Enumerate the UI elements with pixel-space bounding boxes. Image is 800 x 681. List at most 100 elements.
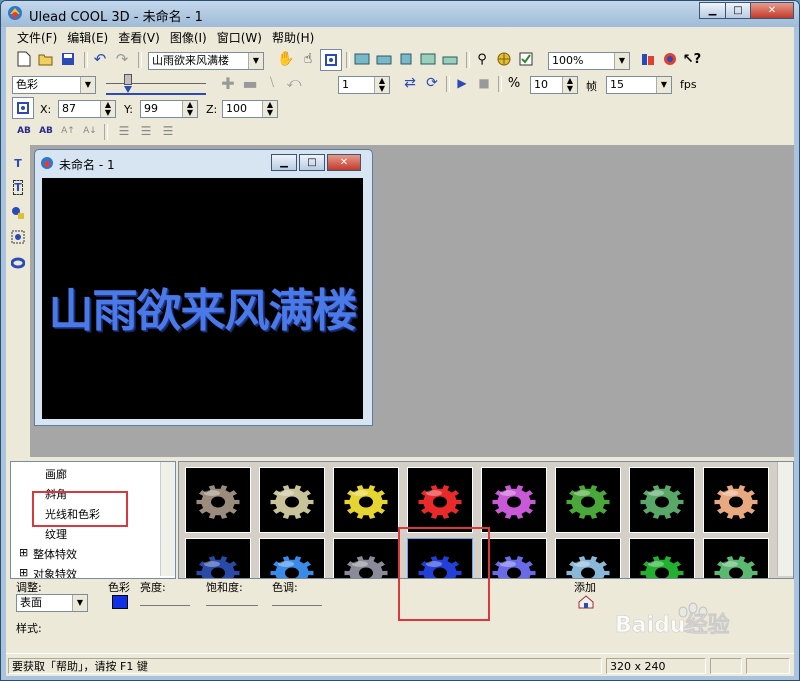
- loop-button[interactable]: ⇄: [400, 73, 420, 93]
- move-object-button[interactable]: [12, 97, 34, 119]
- save-button[interactable]: [58, 49, 78, 69]
- menu-file[interactable]: 文件(F): [12, 29, 62, 46]
- smoothness-button[interactable]: %: [504, 73, 524, 93]
- remove-keyframe-button[interactable]: ▬: [240, 73, 260, 93]
- menu-image[interactable]: 图像(I): [165, 29, 212, 46]
- object-select[interactable]: 山雨欲来风满楼 ▼: [148, 52, 264, 70]
- hue-slider[interactable]: [272, 597, 322, 606]
- doc-maximize-button[interactable]: □: [299, 154, 325, 171]
- gallery-thumbnail[interactable]: [481, 538, 547, 578]
- timeline-slider-handle[interactable]: [124, 74, 132, 85]
- web-button[interactable]: [494, 49, 514, 69]
- close-button[interactable]: ✕: [750, 2, 794, 19]
- rotate-tool-button[interactable]: ☝: [298, 49, 318, 69]
- z-spinner[interactable]: 100 ▲ ▼: [222, 100, 278, 118]
- gallery-thumbnail[interactable]: [333, 467, 399, 533]
- timeline-slider-top[interactable]: [106, 75, 206, 84]
- view-top-button[interactable]: [374, 49, 394, 69]
- doc-close-button[interactable]: ✕: [327, 154, 361, 171]
- gallery-thumbnail[interactable]: [629, 538, 695, 578]
- view-back-button[interactable]: [418, 49, 438, 69]
- gallery-thumbnail[interactable]: [259, 538, 325, 578]
- insert-text-button[interactable]: T: [8, 153, 28, 173]
- zoom-select[interactable]: 100% ▼: [548, 52, 630, 70]
- view-side-button[interactable]: [396, 49, 416, 69]
- tree-item-global-effects[interactable]: 整体特效: [33, 546, 77, 562]
- insert-object-button[interactable]: [8, 227, 28, 247]
- edit-text-button[interactable]: T: [8, 177, 28, 197]
- delay-spinner[interactable]: 10 ▲ ▼: [530, 76, 578, 94]
- text-condense-button[interactable]: AB: [36, 121, 56, 141]
- x-spinner[interactable]: 87 ▲ ▼: [58, 100, 116, 118]
- gallery-thumbnail[interactable]: [407, 467, 473, 533]
- canvas-3d-text[interactable]: 山雨欲来风满楼: [42, 274, 363, 339]
- saturation-slider[interactable]: [206, 597, 258, 606]
- color-swatch[interactable]: [112, 595, 128, 609]
- align-center-button[interactable]: ☰: [136, 121, 156, 141]
- context-help-button[interactable]: ↖?: [682, 49, 702, 69]
- brightness-slider[interactable]: [140, 597, 190, 606]
- undo-button[interactable]: ↶: [90, 49, 110, 69]
- gallery-scrollbar[interactable]: [777, 462, 793, 576]
- object-icon: [11, 230, 25, 244]
- play-button[interactable]: ▶: [452, 73, 472, 93]
- object-library-button[interactable]: [638, 49, 658, 69]
- gallery-thumbnail[interactable]: [703, 538, 769, 578]
- menu-edit[interactable]: 编辑(E): [62, 29, 113, 46]
- gallery-thumbnail[interactable]: [555, 467, 621, 533]
- y-spinner[interactable]: 99 ▲ ▼: [140, 100, 198, 118]
- fit-tool-button[interactable]: [320, 49, 342, 71]
- fps-select[interactable]: 15 ▼: [606, 76, 672, 94]
- gallery-thumbnail[interactable]: [555, 538, 621, 578]
- minimize-button[interactable]: ▁: [699, 2, 726, 19]
- text-line-up-button[interactable]: A↑: [58, 121, 78, 141]
- view-front-button[interactable]: [352, 49, 372, 69]
- pan-tool-button[interactable]: ✋: [276, 49, 296, 69]
- redo-button[interactable]: ↷: [112, 49, 132, 69]
- gallery-thumbnail[interactable]: [481, 467, 547, 533]
- current-frame-spinner[interactable]: 1 ▲ ▼: [338, 76, 390, 94]
- save-icon: [62, 53, 74, 65]
- split-keyframe-button[interactable]: ⧵: [262, 73, 282, 93]
- link-button[interactable]: ⚲: [472, 49, 492, 69]
- effects-library-button[interactable]: [660, 49, 680, 69]
- align-left-button[interactable]: ☰: [114, 121, 134, 141]
- reverse-icon: ⤺: [286, 75, 302, 91]
- gear-preset-icon: [491, 555, 537, 578]
- tree-item-texture[interactable]: 纹理: [45, 526, 67, 542]
- text-spacing-button[interactable]: AB: [14, 121, 34, 141]
- tree-scrollbar[interactable]: [160, 462, 175, 576]
- tree-expand-icon[interactable]: ⊞: [19, 546, 28, 559]
- gallery-thumbnail[interactable]: [333, 538, 399, 578]
- adjust-select[interactable]: 表面 ▼: [16, 594, 88, 612]
- attribute-select[interactable]: 色彩 ▼: [12, 76, 96, 94]
- gear-preset-icon: [195, 555, 241, 578]
- add-keyframe-button[interactable]: ✚: [218, 73, 238, 93]
- doc-minimize-button[interactable]: ▁: [271, 154, 297, 171]
- tree-item-gallery[interactable]: 画廊: [45, 466, 67, 482]
- insert-shape-button[interactable]: [8, 203, 28, 223]
- reverse-button[interactable]: ⤺: [284, 73, 304, 93]
- gallery-thumbnail[interactable]: [185, 467, 251, 533]
- stop-button[interactable]: ■: [474, 73, 494, 93]
- view-bottom-button[interactable]: [440, 49, 460, 69]
- text-line-down-button[interactable]: A↓: [80, 121, 100, 141]
- gallery-thumbnail[interactable]: [185, 538, 251, 578]
- add-button[interactable]: [576, 592, 596, 612]
- new-file-button[interactable]: [14, 49, 34, 69]
- timeline-slider[interactable]: [106, 85, 206, 95]
- open-file-button[interactable]: [36, 49, 56, 69]
- gallery-thumbnail[interactable]: [259, 467, 325, 533]
- geometric-button[interactable]: [8, 253, 28, 273]
- gallery-thumbnail[interactable]: [703, 467, 769, 533]
- menu-window[interactable]: 窗口(W): [212, 29, 267, 46]
- title-bar[interactable]: Ulead COOL 3D - 未命名 - 1 ▁ □ ✕: [1, 1, 799, 27]
- align-right-button[interactable]: ☰: [158, 121, 178, 141]
- maximize-button[interactable]: □: [725, 2, 751, 19]
- gallery-thumbnail[interactable]: [629, 467, 695, 533]
- pingpong-button[interactable]: ⟳: [422, 73, 442, 93]
- menu-view[interactable]: 查看(V): [113, 29, 165, 46]
- menu-help[interactable]: 帮助(H): [267, 29, 319, 46]
- checkbox-tool-button[interactable]: [516, 49, 536, 69]
- render-canvas[interactable]: 山雨欲来风满楼: [42, 178, 363, 419]
